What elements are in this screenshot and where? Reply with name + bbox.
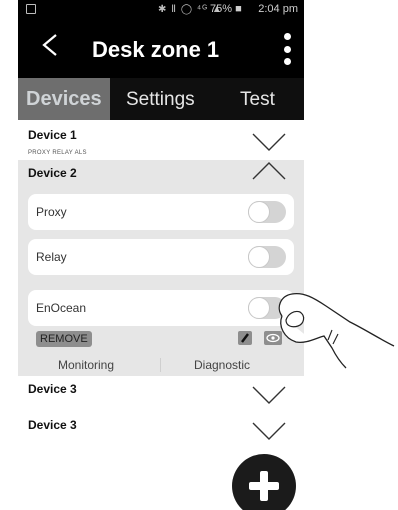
tab-monitoring[interactable]: Monitoring (58, 358, 114, 372)
chevron-up-icon[interactable] (252, 161, 286, 181)
relay-toggle[interactable] (248, 246, 286, 268)
device-row-3[interactable]: Device 3 (18, 376, 304, 410)
battery-indicator: 75% ■ (210, 3, 242, 15)
status-bar: ✱ ⁠Ⅱ ◯ ⁴ᴳ ▲ 75% ■ 2:04 pm (18, 0, 304, 20)
page-title: Desk zone 1 (92, 37, 220, 62)
back-icon[interactable] (38, 33, 62, 57)
notification-icon (26, 4, 36, 14)
remove-button[interactable]: REMOVE (36, 331, 92, 347)
device-row-2[interactable]: Device 2 (18, 160, 304, 182)
divider (160, 358, 161, 372)
app-header: Desk zone 1 (18, 20, 304, 78)
tab-test[interactable]: Test (240, 89, 275, 111)
device-name: Device 3 (28, 382, 77, 396)
proxy-toggle[interactable] (248, 201, 286, 223)
option-proxy: Proxy (28, 194, 294, 230)
device-row-4[interactable]: Device 3 (18, 410, 304, 444)
option-label: EnOcean (36, 301, 87, 315)
device-row-1[interactable]: Device 1 PROXY RELAY ALS (18, 120, 304, 160)
chevron-down-icon[interactable] (252, 132, 286, 152)
device-2-subtabs: Monitoring Diagnostic (18, 354, 304, 376)
phone-screen: ✱ ⁠Ⅱ ◯ ⁴ᴳ ▲ 75% ■ 2:04 pm Desk zone 1 De… (18, 0, 304, 510)
chevron-down-icon[interactable] (252, 421, 286, 441)
option-enocean: EnOcean (28, 290, 294, 326)
option-label: Relay (36, 250, 67, 264)
finger-tap-illustration (278, 292, 395, 369)
tab-devices[interactable]: Devices (18, 78, 110, 120)
tab-bar: Devices Settings Test (18, 78, 304, 120)
more-options-icon[interactable] (284, 33, 292, 65)
add-device-button[interactable] (232, 454, 296, 510)
device-name: Device 1 (28, 128, 77, 142)
chevron-down-icon[interactable] (252, 385, 286, 405)
tab-diagnostic[interactable]: Diagnostic (194, 358, 250, 372)
device-subtitle: PROXY RELAY ALS (28, 150, 87, 156)
clock: 2:04 pm (258, 3, 298, 15)
edit-icon[interactable] (238, 331, 252, 345)
device-name: Device 2 (28, 166, 77, 180)
device-2-panel: Proxy Relay EnOcean REMOVE (18, 180, 304, 376)
tab-settings[interactable]: Settings (126, 89, 195, 111)
device-name: Device 3 (28, 418, 77, 432)
option-relay: Relay (28, 239, 294, 275)
plus-icon (249, 471, 279, 501)
option-label: Proxy (36, 205, 67, 219)
